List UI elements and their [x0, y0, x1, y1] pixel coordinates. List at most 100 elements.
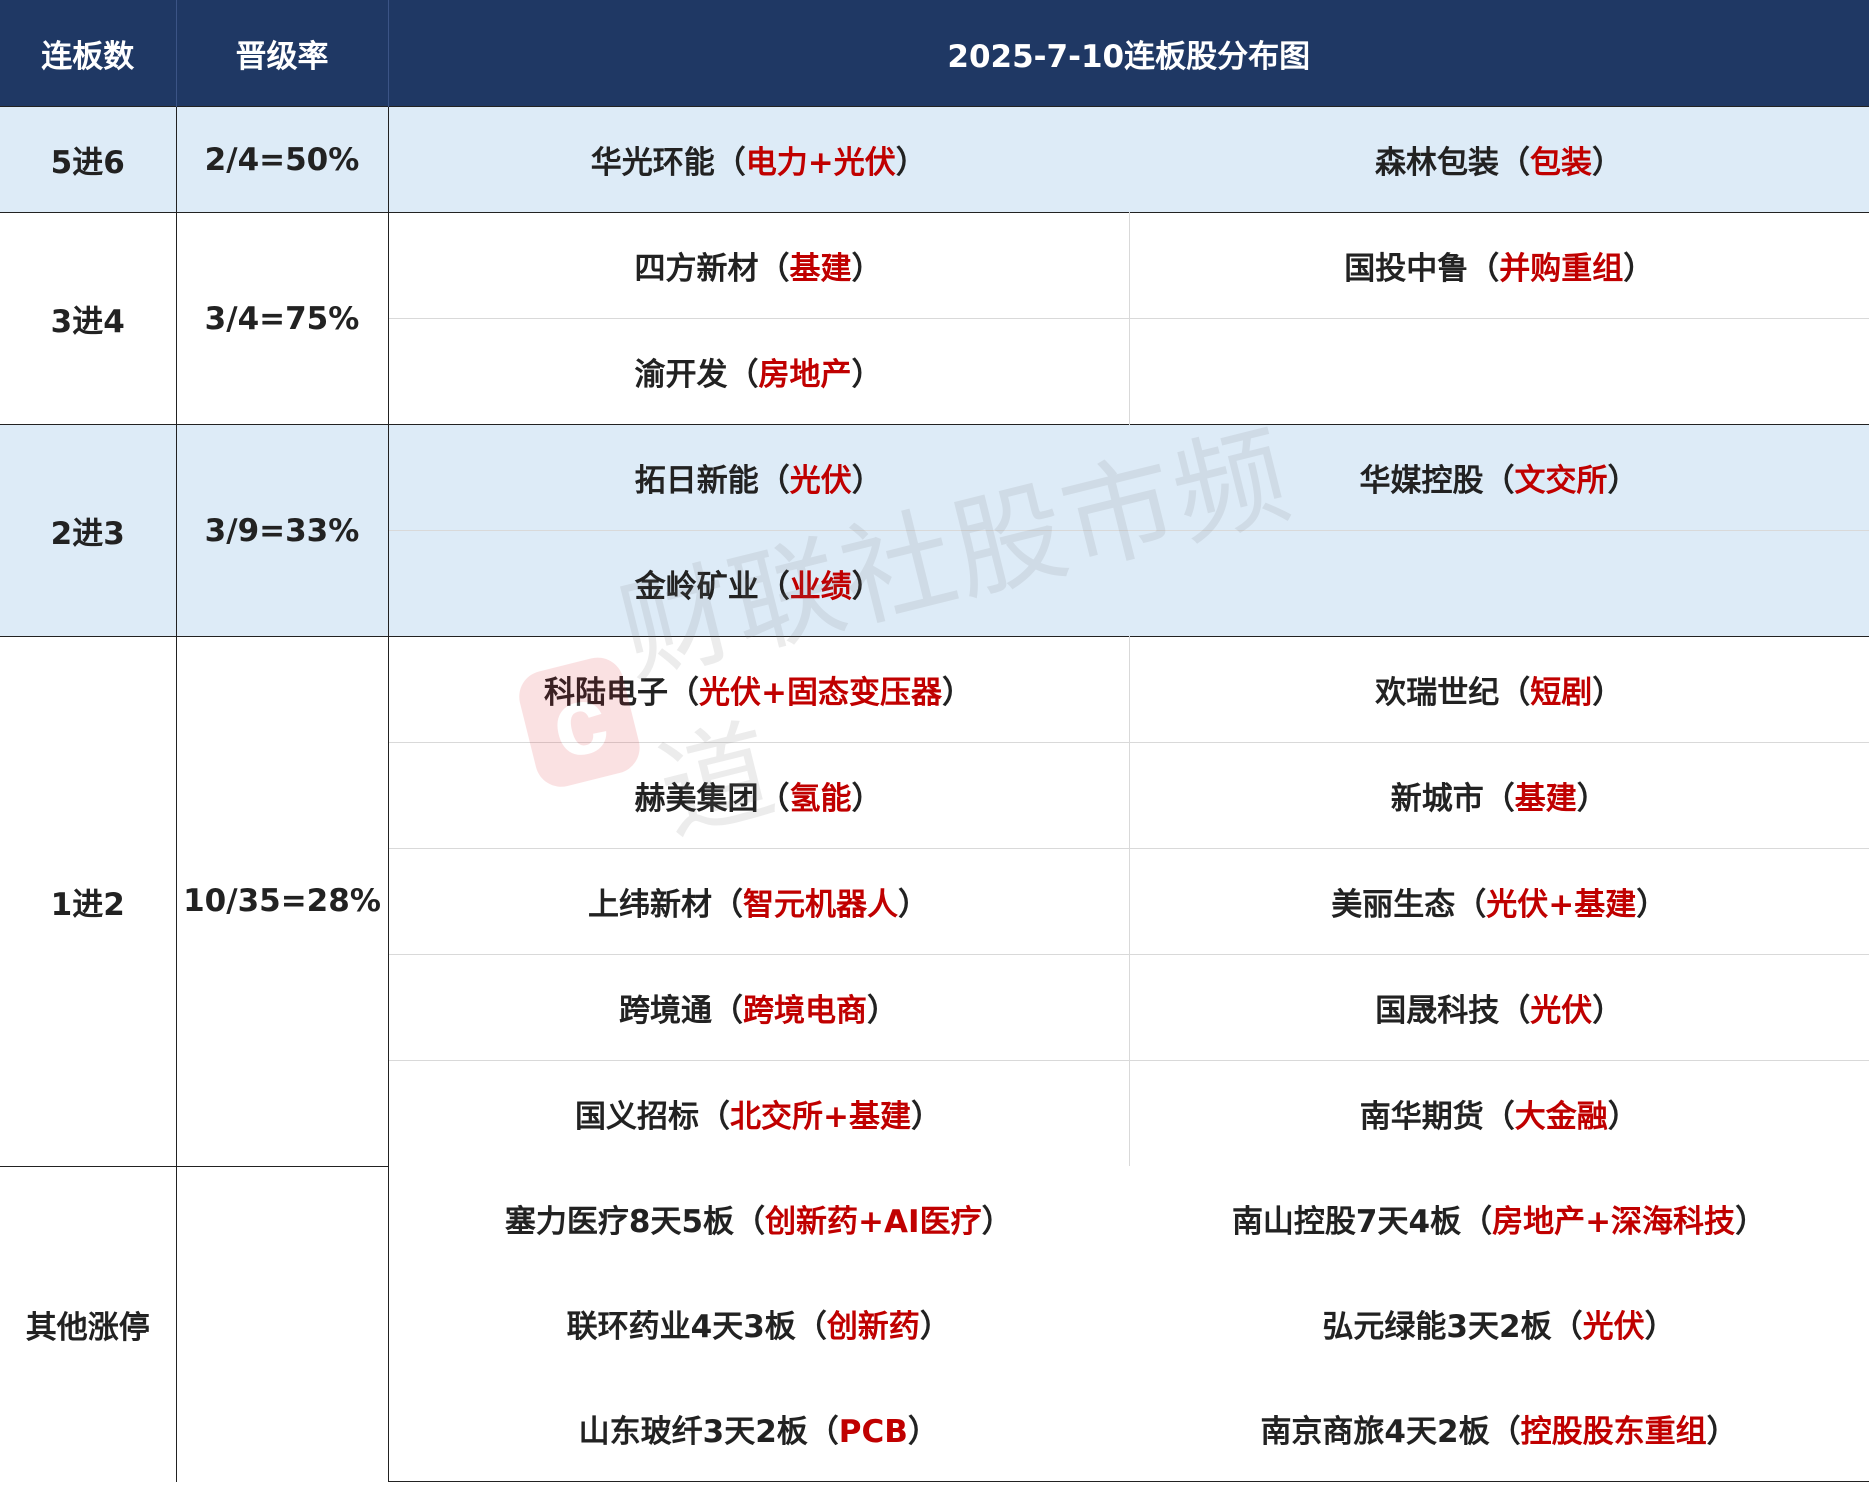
paren-open: （ [758, 251, 790, 287]
stock-name: 金岭矿业 [634, 569, 759, 605]
paren-close: ） [1592, 145, 1623, 181]
rate-cell: 2/4=50% [175, 106, 389, 213]
sector-tag: 基建 [1514, 781, 1577, 817]
level-cell: 5进6 [0, 106, 177, 213]
stock-cell: 跨境通（跨境电商） [388, 954, 1130, 1061]
stock-cell: 国义招标（北交所+基建） [388, 1060, 1130, 1166]
stock-cell: 华媒控股（文交所） [1129, 424, 1869, 531]
stock-name: 四方新材 [634, 251, 759, 287]
paren-open: （ [1489, 1414, 1521, 1450]
stock-name: 森林包装 [1375, 145, 1499, 181]
paren-open: （ [1483, 463, 1515, 499]
paren-open: （ [1499, 145, 1530, 181]
stock-name: 跨境通 [619, 993, 712, 1029]
stock-name: 塞力医疗8天5板 [504, 1204, 735, 1240]
sector-tag: 智元机器人 [743, 887, 898, 923]
paren-open: （ [758, 569, 790, 605]
sector-tag: 光伏+固态变压器 [699, 675, 942, 711]
paren-close: ） [1592, 675, 1624, 711]
stock-name: 拓日新能 [634, 463, 759, 499]
sector-tag: 短剧 [1530, 675, 1593, 711]
stock-cell: 科陆电子（光伏+固态变压器） [388, 636, 1130, 743]
table-row: 1进2 10/35=28% 科陆电子（光伏+固态变压器） 欢瑞世纪（短剧） [0, 636, 1869, 1166]
stock-name: 弘元绿能3天2板 [1322, 1309, 1552, 1345]
sector-tag: 创新药+AI医疗 [765, 1204, 982, 1240]
stock-cell: 国投中鲁（并购重组） [1129, 212, 1869, 319]
paren-close: ） [867, 993, 898, 1029]
header-level: 连板数 [0, 0, 176, 107]
sector-tag: 氢能 [789, 781, 852, 817]
sector-tag: 房地产+深海科技 [1492, 1204, 1736, 1240]
stock-cell: 森林包装（包装） [1129, 106, 1869, 213]
paren-close: ） [1644, 1309, 1676, 1345]
limit-up-distribution-table: 连板数 晋级率 2025-7-10连板股分布图 5进6 2/4=50% 华光环能（电… [0, 0, 1869, 1482]
paren-close: ） [1636, 887, 1668, 923]
table-row: 3进4 3/4=75% 四方新材（基建） 国投中鲁（并购重组） [0, 212, 1869, 425]
sector-tag: 跨境电商 [743, 993, 867, 1029]
paren-open: （ [807, 1414, 839, 1450]
stock-cell: 上纬新材（智元机器人） [388, 848, 1130, 955]
paren-close: ） [1592, 993, 1624, 1029]
stock-name: 国晟科技 [1375, 993, 1500, 1029]
stock-name: 渝开发 [634, 357, 728, 393]
header-row: 连板数 晋级率 2025-7-10连板股分布图 [0, 0, 1869, 107]
rate-cell [175, 1165, 389, 1482]
stock-name: 华媒控股 [1359, 463, 1484, 499]
stock-cell: 弘元绿能3天2板（光伏） [1129, 1271, 1869, 1376]
stock-cell: 拓日新能（光伏） [388, 424, 1129, 531]
stock-cell: 山东玻纤3天2板（PCB） [388, 1376, 1129, 1482]
sector-tag: PCB [838, 1414, 908, 1450]
rate-cell: 10/35=28% [175, 636, 389, 1166]
paren-close: ） [1576, 781, 1608, 817]
stock-name: 国投中鲁 [1344, 251, 1469, 287]
paren-open: （ [795, 1309, 827, 1345]
sector-tag: 光伏 [1530, 993, 1593, 1029]
paren-close: ） [1623, 251, 1655, 287]
table-body: 5进6 2/4=50% 华光环能（电力+光伏） 森林包装（包装） 3进4 3/4=75% 四… [0, 106, 1869, 1482]
sector-tag: 电力+光伏 [745, 145, 896, 181]
paren-close: ） [919, 1309, 951, 1345]
stock-cell: 赫美集团（氢能） [388, 742, 1130, 849]
paren-open: （ [1551, 1309, 1583, 1345]
stock-name: 新城市 [1390, 781, 1484, 817]
table-row: 其他涨停 塞力医疗8天5板（创新药+AI医疗） 南山控股7天4板（房地产+深海科技） [0, 1165, 1869, 1482]
sector-tag: 光伏+基建 [1486, 887, 1637, 923]
paren-close: ） [941, 675, 973, 711]
stock-cell [1129, 530, 1869, 637]
paren-open: （ [1483, 1099, 1515, 1135]
stock-name: 南山控股7天4板 [1231, 1204, 1462, 1240]
sector-tag: 文交所 [1514, 463, 1608, 499]
sector-tag: 包装 [1530, 145, 1592, 181]
rate-cell: 3/4=75% [175, 212, 389, 425]
paren-close: ） [895, 145, 927, 181]
level-cell: 其他涨停 [0, 1165, 177, 1482]
stock-name: 南京商旅4天2板 [1260, 1414, 1490, 1450]
paren-open: （ [714, 145, 746, 181]
paren-open: （ [712, 887, 743, 923]
level-cell: 3进4 [0, 212, 177, 425]
stock-cell [1129, 318, 1869, 425]
level-cell: 2进3 [0, 424, 177, 637]
sector-tag: 北交所+基建 [730, 1099, 911, 1135]
paren-close: ） [851, 357, 883, 393]
paren-open: （ [1499, 993, 1531, 1029]
stock-name: 赫美集团 [634, 781, 759, 817]
stock-cell: 新城市（基建） [1129, 742, 1869, 849]
header-rate: 晋级率 [175, 0, 388, 107]
sector-tag: 光伏 [789, 463, 852, 499]
stock-name: 山东玻纤3天2板 [578, 1414, 808, 1450]
stock-name: 美丽生态 [1331, 887, 1456, 923]
paren-open: （ [1461, 1204, 1493, 1240]
paren-open: （ [699, 1099, 730, 1135]
sector-tag: 光伏 [1582, 1309, 1645, 1345]
paren-close: ） [1607, 463, 1639, 499]
paren-close: ） [851, 251, 883, 287]
stock-name: 国义招标 [575, 1099, 699, 1135]
stock-cell: 四方新材（基建） [388, 212, 1130, 319]
paren-open: （ [734, 1204, 766, 1240]
stock-cell: 南京商旅4天2板（控股股东重组） [1129, 1376, 1869, 1482]
paren-close: ） [851, 463, 883, 499]
sector-tag: 控股股东重组 [1520, 1414, 1707, 1450]
sector-tag: 创新药 [826, 1309, 920, 1345]
paren-close: ） [981, 1204, 1013, 1240]
